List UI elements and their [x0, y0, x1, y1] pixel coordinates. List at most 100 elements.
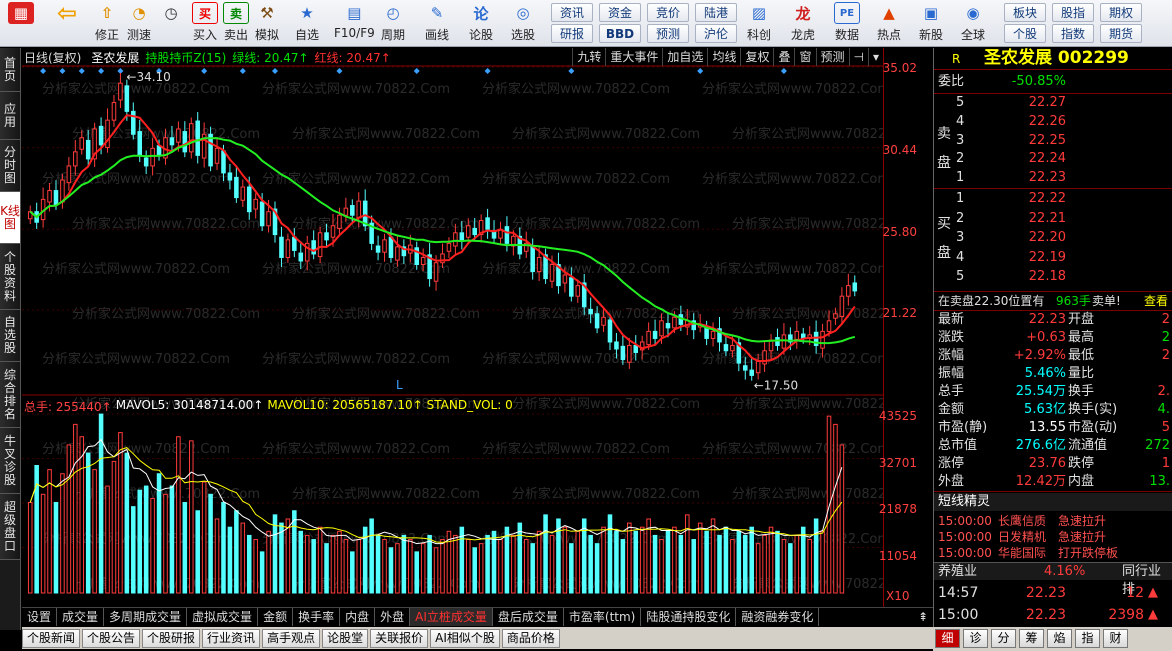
y-tick-label: 30.44 — [882, 143, 917, 157]
industry-row[interactable]: 养殖业 4.16% 同行业排 — [934, 562, 1172, 597]
news-stock[interactable]: 华能国际 — [998, 544, 1046, 562]
global-button[interactable]: ◉ 全球 — [960, 2, 986, 45]
tab-northbound[interactable]: 陆股通持股变化 — [641, 608, 737, 626]
predict-button[interactable]: 预测 — [815, 48, 849, 66]
tab-finance[interactable]: 财 — [1103, 629, 1128, 648]
tab-afterhours-volume[interactable]: 盘后成交量 — [493, 608, 564, 626]
dragon-icon: 龙 — [795, 4, 811, 23]
sector-button[interactable]: 板块 — [1004, 3, 1046, 22]
drawline-button[interactable]: ✎ 画线 — [424, 2, 450, 45]
tabs-spacer — [819, 608, 913, 626]
stock-button[interactable]: 个股 — [1004, 24, 1046, 43]
alert-more-link[interactable]: 查看 — [1144, 292, 1168, 310]
adjust-button[interactable]: 复权 — [740, 48, 773, 66]
tab-inner[interactable]: 内盘 — [340, 608, 376, 626]
clock-button[interactable]: ◷ — [158, 2, 184, 45]
tab-ai-volume[interactable]: AI立桩成交量 — [410, 608, 493, 626]
tab-virtual-volume[interactable]: 虚拟成交量 — [187, 608, 259, 626]
sidebar-item-timeshare[interactable]: 分时图 — [0, 140, 20, 192]
major-event-button[interactable]: 重大事件 — [605, 48, 662, 66]
tab-settings[interactable]: 设置 — [22, 608, 58, 626]
data-button[interactable]: PE 数据 — [834, 2, 860, 45]
sidebar-item-super-quote[interactable]: 超级盘口 — [0, 494, 20, 560]
options-button[interactable]: 期权 — [1100, 3, 1142, 22]
research-button[interactable]: 研报 — [551, 24, 593, 43]
tab-commodity-prices[interactable]: 商品价格 — [501, 629, 560, 648]
auction-button[interactable]: 竞价 — [647, 3, 689, 22]
menu-grid-button[interactable]: ▦ — [8, 2, 34, 45]
kline-chart-area[interactable]: 分析家公式网www.70822.Com 分析家公式网www.70822.Com 分析… — [22, 48, 883, 607]
nine-turn-button[interactable]: 九转 — [572, 48, 605, 66]
tab-amount[interactable]: 金额 — [258, 608, 294, 626]
tab-pe-ttm[interactable]: 市盈率(ttm) — [564, 608, 642, 626]
stockpick-button[interactable]: ◎ 选股 — [510, 2, 536, 45]
tab-stock-announcements[interactable]: 个股公告 — [82, 629, 141, 648]
buy-button[interactable]: 买买入 — [192, 2, 218, 45]
shanghai-london-button[interactable]: 沪伦 — [695, 24, 737, 43]
pin-icon[interactable]: ⊣ — [848, 48, 868, 66]
kechuang-button[interactable]: ▨ 科创 — [746, 2, 772, 45]
tab-diagnose[interactable]: 诊 — [963, 629, 988, 648]
tab-stock-news[interactable]: 个股新闻 — [22, 629, 81, 648]
forum-button[interactable]: 论论股 — [468, 2, 494, 45]
tab-index[interactable]: 指 — [1075, 629, 1100, 648]
stock-index-button[interactable]: 股指 — [1052, 3, 1094, 22]
simulate-button[interactable]: ⚒ 模拟 — [254, 2, 280, 45]
news-button[interactable]: 资讯 — [551, 3, 593, 22]
volume-bar — [131, 506, 136, 594]
high-price-label: ←34.10 — [126, 70, 170, 84]
sidebar-item-profile[interactable]: 个股资料 — [0, 244, 20, 310]
index-button[interactable]: 指数 — [1052, 24, 1094, 43]
tab-flame[interactable]: 焰 — [1047, 629, 1072, 648]
f10-button[interactable]: ▤ F10/F9 — [334, 2, 375, 45]
speedtest-button[interactable]: ◔ 测速 — [126, 2, 152, 45]
sidebar-item-home[interactable]: 首页 — [0, 48, 20, 92]
alert-tail: 卖单! — [1092, 294, 1121, 308]
dropdown-icon[interactable]: ▾ — [867, 48, 883, 66]
futures-button[interactable]: 期货 — [1100, 24, 1142, 43]
tab-margin[interactable]: 融资融券变化 — [736, 608, 820, 626]
tab-chips[interactable]: 筹 — [1019, 629, 1044, 648]
bbd-button[interactable]: BBD — [599, 24, 641, 43]
tab-detail[interactable]: 细 — [935, 629, 960, 648]
add-watchlist-button[interactable]: 加自选 — [662, 48, 707, 66]
sidebar-item-diagnosis[interactable]: 牛叉诊股 — [0, 428, 20, 494]
tab-forum[interactable]: 论股堂 — [322, 629, 369, 648]
revise-button[interactable]: ⇧ 修正 — [94, 2, 120, 45]
volume-bar — [594, 543, 600, 594]
watchlist-button[interactable]: ★ 自选 — [294, 2, 320, 45]
tab-related-quotes[interactable]: 关联报价 — [370, 629, 429, 648]
tab-multi-volume[interactable]: 多周期成交量 — [104, 608, 188, 626]
hk-connect-button[interactable]: 陆港 — [695, 3, 737, 22]
dragon-tiger-button[interactable]: 龙龙虎 — [790, 2, 816, 45]
ipo-button[interactable]: ▣ 新股 — [918, 2, 944, 45]
volume-bar — [459, 526, 465, 594]
tab-turnover[interactable]: 换手率 — [293, 608, 341, 626]
tab-ai-similar[interactable]: AI相似个股 — [430, 629, 500, 648]
tab-volume[interactable]: 成交量 — [57, 608, 105, 626]
sidebar-item-apps[interactable]: 应用 — [0, 92, 20, 140]
window-button[interactable]: 窗 — [794, 48, 815, 66]
tab-outer[interactable]: 外盘 — [375, 608, 411, 626]
period-button[interactable]: ◴ 周期 — [380, 2, 406, 45]
funds-button[interactable]: 资金 — [599, 3, 641, 22]
tab-stock-research[interactable]: 个股研报 — [142, 629, 201, 648]
ma-button[interactable]: 均线 — [707, 48, 740, 66]
sidebar-item-ranking[interactable]: 综合排名 — [0, 362, 20, 428]
overlay-button[interactable]: 叠 — [773, 48, 794, 66]
forecast-button[interactable]: 预测 — [647, 24, 689, 43]
back-button[interactable]: ⇦ — [54, 0, 80, 45]
expand-up-icon[interactable]: ⇞ — [913, 608, 933, 626]
big-order-alert[interactable]: 在卖盘22.30位置有 963手 卖单! 查看 — [934, 292, 1172, 310]
tab-minute[interactable]: 分 — [991, 629, 1016, 648]
volume-bar — [627, 522, 632, 594]
tab-expert-views[interactable]: 高手观点 — [262, 629, 321, 648]
volume-bar — [324, 543, 329, 594]
news-title-row[interactable]: 短线精灵 — [934, 493, 1172, 511]
stat-row: 金额 5.63亿 换手(实) 4. — [934, 401, 1172, 419]
sidebar-item-watchlist[interactable]: 自选股 — [0, 310, 20, 362]
sell-button[interactable]: 卖卖出 — [223, 2, 249, 45]
hotspot-button[interactable]: ▲ 热点 — [876, 2, 902, 45]
tab-industry-news[interactable]: 行业资讯 — [202, 629, 261, 648]
sidebar-item-kline[interactable]: K线图 — [0, 192, 20, 244]
